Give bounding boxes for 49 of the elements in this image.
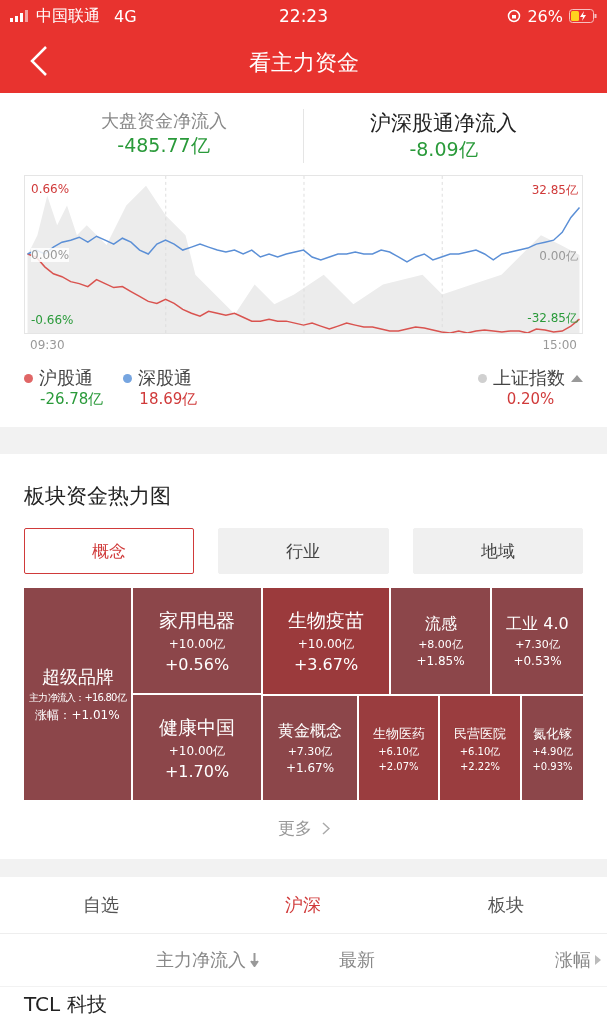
axis-label: 0.66% xyxy=(31,182,70,196)
axis-label: 0.00亿 xyxy=(539,248,578,265)
heatmap-tile[interactable]: 黄金概念 +7.30亿 +1.67% xyxy=(263,696,357,800)
network-type: 4G xyxy=(114,6,137,26)
page-title: 看主力资金 xyxy=(248,48,359,77)
column-header[interactable]: 主力净流入 xyxy=(156,948,259,972)
heatmap-tile[interactable]: 工业 4.0 +7.30亿 +0.53% xyxy=(492,588,583,694)
category-tab[interactable]: 地域 xyxy=(412,528,583,574)
time-label: 15:00 xyxy=(542,338,577,352)
section-title: 板块资金热力图 xyxy=(24,483,172,510)
axis-label: -32.85亿 xyxy=(527,310,578,327)
legend-value: 18.69亿 xyxy=(138,390,198,409)
heatmap-tile[interactable]: 氮化镓 +4.90亿 +0.93% xyxy=(522,696,583,800)
battery-percent: 26% xyxy=(527,6,563,26)
flow-tab[interactable]: 沪深股通净流入 -8.09亿 xyxy=(303,109,583,163)
heatmap-tile[interactable]: 民营医院 +6.10亿 +2.22% xyxy=(440,696,520,800)
time-label: 09:30 xyxy=(30,338,65,352)
flow-tab[interactable]: 大盘资金净流入 -485.77亿 xyxy=(24,109,303,163)
caret-icon[interactable] xyxy=(571,374,583,382)
caret-right-icon xyxy=(595,955,601,965)
heatmap-tile[interactable]: 家用电器 +10.00亿 +0.56% xyxy=(133,588,261,693)
chevron-right-icon xyxy=(321,822,330,835)
legend-label: 沪股通 xyxy=(39,366,93,390)
axis-label: 32.85亿 xyxy=(531,182,578,199)
battery-icon xyxy=(569,9,597,23)
heatmap-tile[interactable]: 生物医药 +6.10亿 +2.07% xyxy=(359,696,438,800)
legend-value: 0.20% xyxy=(506,390,555,408)
heatmap-tile[interactable]: 健康中国 +10.00亿 +1.70% xyxy=(133,695,261,800)
legend-label: 上证指数 xyxy=(493,366,565,390)
legend-value: -26.78亿 xyxy=(39,390,104,409)
clock: 22:23 xyxy=(279,6,328,26)
sort-down-icon xyxy=(250,953,259,967)
category-tab[interactable]: 行业 xyxy=(218,528,389,574)
heatmap-tile[interactable]: 流感 +8.00亿 +1.85% xyxy=(391,588,490,694)
axis-label: -0.66% xyxy=(31,313,74,327)
legend-label: 深股通 xyxy=(138,366,193,390)
axis-label: 0.00% xyxy=(31,248,70,262)
carrier-name: 中国联通 xyxy=(36,5,100,27)
back-button[interactable] xyxy=(30,46,48,76)
rotation-lock-icon xyxy=(507,9,522,23)
heatmap-tile[interactable]: 超级品牌 主力净流入：+16.80亿 涨幅：+1.01% xyxy=(24,588,131,800)
stock-name[interactable]: TCL 科技 xyxy=(24,992,107,1016)
market-tab[interactable]: 自选 xyxy=(0,877,203,933)
signal-icon xyxy=(10,10,30,22)
column-header[interactable]: 最新 xyxy=(339,948,375,972)
market-tab[interactable]: 板块 xyxy=(404,877,607,933)
heatmap-tile[interactable]: 生物疫苗 +10.00亿 +3.67% xyxy=(263,588,389,694)
column-header[interactable]: 涨幅 xyxy=(555,948,601,972)
category-tab[interactable]: 概念 xyxy=(24,528,195,574)
